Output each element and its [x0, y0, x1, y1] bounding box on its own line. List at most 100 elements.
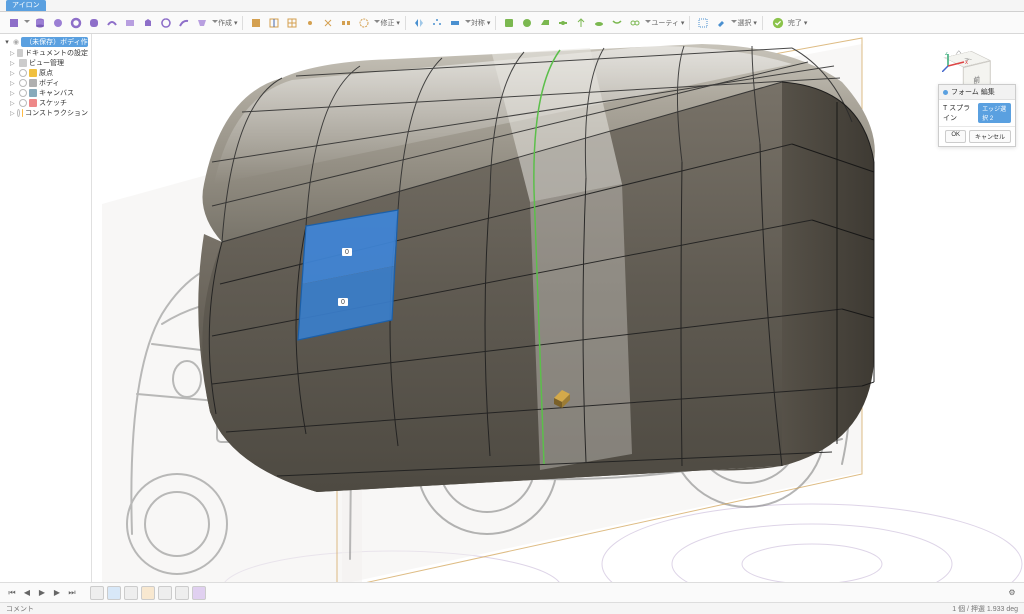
cylinder-primitive-icon[interactable] [32, 15, 48, 31]
timeline-prev-icon[interactable]: ◀ [21, 587, 33, 599]
triangle-icon: ▷ [10, 60, 17, 67]
triangle-icon: ▷ [10, 50, 15, 57]
panel-row: T スプライン エッジ選択 2 [939, 100, 1015, 126]
timeline-play-icon[interactable]: ▶ [36, 587, 48, 599]
separator [242, 16, 243, 30]
revolve-icon[interactable] [158, 15, 174, 31]
viewport-3d[interactable]: 0 0 ⌂ 前 右 上 [92, 34, 1024, 596]
select-box-icon[interactable] [695, 15, 711, 31]
pull-icon[interactable] [573, 15, 589, 31]
timeline-feature[interactable] [124, 586, 138, 600]
crease-icon[interactable] [501, 15, 517, 31]
separator [495, 16, 496, 30]
body-icon [29, 79, 37, 87]
circular-pattern-icon[interactable] [429, 15, 445, 31]
subdivide-icon[interactable] [284, 15, 300, 31]
selected-faces [298, 210, 398, 340]
finish-form-icon[interactable] [768, 15, 788, 31]
timeline-feature[interactable] [175, 586, 189, 600]
browser-doc-header[interactable]: ▾ ◉ （未保存）ボディ作り v1 [2, 36, 89, 48]
triangle-icon: ▷ [10, 90, 17, 97]
triangle-icon: ▷ [10, 100, 17, 107]
quadball-icon[interactable] [86, 15, 102, 31]
toolbar: 作成 ▾ 修正 ▾ 対称 ▾ ユーティ ▾ 選択 ▾ 完了 ▾ [0, 12, 1024, 34]
tree-item[interactable]: ▷コンストラクション [2, 108, 89, 118]
eye-icon[interactable] [19, 99, 27, 107]
mirror-icon[interactable] [411, 15, 427, 31]
pipe-icon[interactable] [104, 15, 120, 31]
torus-primitive-icon[interactable] [68, 15, 84, 31]
status-right: 1 個 / 押選 1.933 deg [952, 604, 1018, 614]
svg-text:x: x [965, 60, 968, 66]
eye-icon[interactable] [17, 109, 20, 117]
tree-item[interactable]: ▷ボディ [2, 78, 89, 88]
edit-form-icon[interactable] [248, 15, 264, 31]
match-icon[interactable] [609, 15, 625, 31]
bevel-icon[interactable] [537, 15, 553, 31]
ok-button[interactable]: OK [945, 130, 966, 143]
timeline-feature[interactable] [90, 586, 104, 600]
face-icon[interactable] [122, 15, 138, 31]
tree-item[interactable]: ▷ドキュメントの設定 [2, 48, 89, 58]
slide-icon[interactable] [555, 15, 571, 31]
triangle-icon: ▷ [10, 110, 15, 117]
sphere-primitive-icon[interactable] [50, 15, 66, 31]
timeline-feature[interactable] [158, 586, 172, 600]
select-paint-icon[interactable] [713, 15, 729, 31]
timeline-start-icon[interactable]: ⏮ [6, 587, 18, 599]
timeline-settings-icon[interactable]: ⚙ [1006, 587, 1018, 599]
box-primitive-icon[interactable] [6, 15, 22, 31]
separator [762, 16, 763, 30]
timeline-feature[interactable] [141, 586, 155, 600]
triangle-icon: ▷ [10, 80, 17, 87]
loft-icon[interactable] [194, 15, 210, 31]
tab-active[interactable]: アイロン [6, 0, 46, 11]
canvas-icon [29, 89, 37, 97]
panel-header[interactable]: フォーム 編集 [939, 85, 1015, 100]
fill-hole-icon[interactable] [356, 15, 372, 31]
timeline-feature[interactable] [192, 586, 206, 600]
status-bar: コメント 1 個 / 押選 1.933 deg [0, 602, 1024, 614]
toolbar-group-label: 選択 ▾ [737, 18, 756, 28]
merge-icon[interactable] [320, 15, 336, 31]
eye-icon[interactable] [19, 89, 27, 97]
timeline-bar: ⏮ ◀ ▶ ▶ ⏭ ⚙ [0, 582, 1024, 602]
bridge-icon[interactable] [338, 15, 354, 31]
toolbar-group-label: ユーティ ▾ [651, 18, 684, 28]
panel-row-label: T スプライン [943, 103, 972, 123]
eye-icon[interactable] [19, 69, 27, 77]
insert-edge-icon[interactable] [266, 15, 282, 31]
cancel-button[interactable]: キャンセル [969, 130, 1011, 143]
thicken-icon[interactable] [447, 15, 463, 31]
tab-strip: アイロン [0, 0, 1024, 12]
eye-icon[interactable] [19, 79, 27, 87]
tree-item[interactable]: ▷キャンバス [2, 88, 89, 98]
tree-item[interactable]: ▷原点 [2, 68, 89, 78]
insert-point-icon[interactable] [302, 15, 318, 31]
svg-text:0: 0 [341, 299, 345, 306]
document-name[interactable]: （未保存）ボディ作り v1 [21, 37, 88, 47]
dropdown-icon[interactable] [24, 20, 30, 26]
extrude-icon[interactable] [140, 15, 156, 31]
sweep-icon[interactable] [176, 15, 192, 31]
panel-dot-icon [943, 90, 948, 95]
timeline-feature[interactable] [107, 586, 121, 600]
edit-form-panel: フォーム 編集 T スプライン エッジ選択 2 OK キャンセル [938, 84, 1016, 147]
timeline-next-icon[interactable]: ▶ [51, 587, 63, 599]
svg-text:0: 0 [345, 249, 349, 256]
triangle-icon: ▷ [10, 70, 17, 77]
tree-item[interactable]: ▷スケッチ [2, 98, 89, 108]
uncrease-icon[interactable] [519, 15, 535, 31]
panel-title: フォーム 編集 [951, 87, 995, 97]
flatten-icon[interactable] [591, 15, 607, 31]
toolbar-group-label: 対称 ▾ [471, 18, 490, 28]
interpolate-icon[interactable] [627, 15, 643, 31]
tspline-body: 0 0 [198, 44, 875, 492]
folder-icon [19, 59, 27, 67]
tree-item[interactable]: ▷ビュー管理 [2, 58, 89, 68]
toolbar-group-label: 作成 ▾ [218, 18, 237, 28]
eye-icon[interactable]: ◉ [13, 38, 19, 46]
status-hint: コメント [6, 604, 34, 614]
timeline-end-icon[interactable]: ⏭ [66, 587, 78, 599]
selection-pill[interactable]: エッジ選択 2 [978, 103, 1011, 123]
